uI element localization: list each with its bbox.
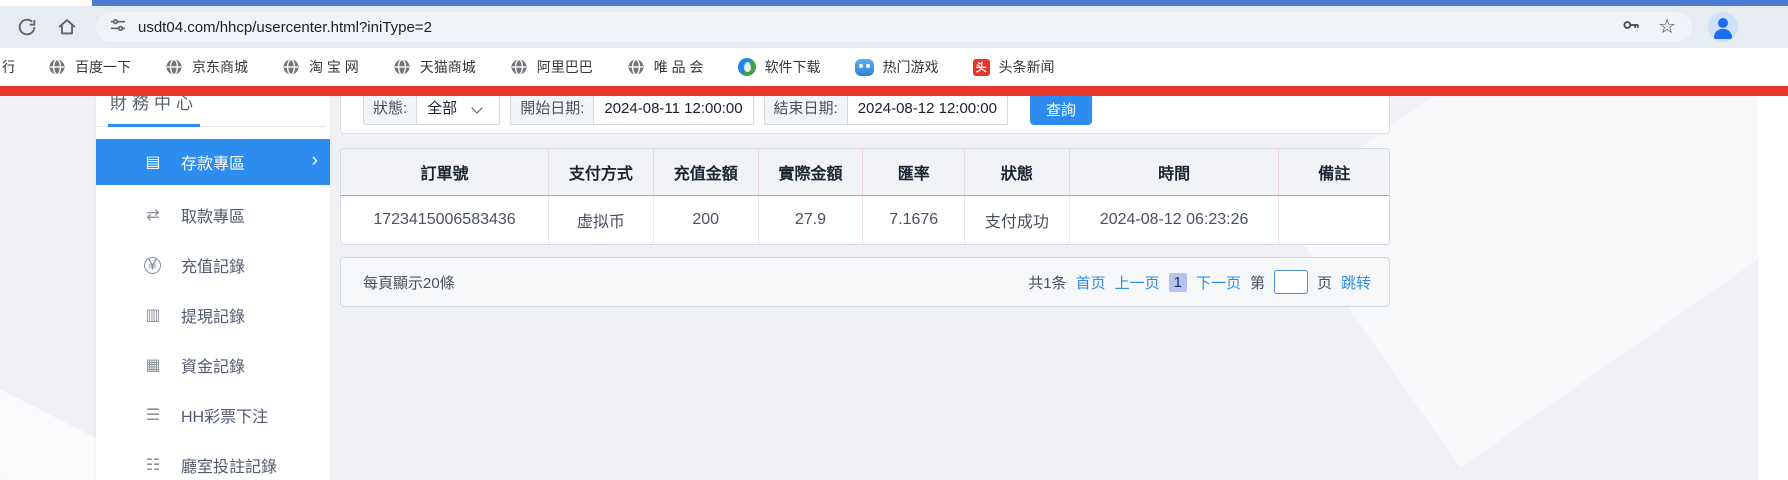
url-text[interactable]: usdt04.com/hhcp/usercenter.html?iniType=… (138, 19, 1620, 36)
globe-icon (166, 58, 182, 76)
jump-suffix-label: 页 (1316, 274, 1332, 292)
tab-underline (96, 124, 326, 127)
total-count: 共1条 (1028, 274, 1067, 292)
finance-sidebar: 財務中心 存款專區 › 取款專區 充值記錄 (96, 96, 330, 480)
status-select[interactable]: 全部 (417, 96, 499, 124)
chevron-right-icon: › (311, 150, 318, 172)
page-header-red-bar (0, 86, 1788, 96)
bookmark-taobao[interactable]: 淘 宝 网 (282, 57, 359, 77)
col-remark: 備註 (1278, 149, 1389, 196)
jump-page-input[interactable] (1273, 270, 1308, 294)
list-card-icon (142, 405, 164, 425)
game-icon (854, 58, 874, 76)
cell-order-no: 1723415006583436 (341, 195, 549, 244)
col-exchange-rate: 匯率 (862, 149, 966, 196)
sidebar-menu: 存款專區 › 取款專區 充值記錄 提現記錄 資金記錄 (96, 139, 330, 480)
software-icon (737, 58, 756, 76)
bookmark-hot-games[interactable]: 热门游戏 (854, 57, 939, 77)
withdraw-hand-icon (142, 205, 164, 225)
cell-actual-amount: 27.9 (758, 195, 864, 244)
status-filter-group: 狀態: 全部 (363, 96, 501, 125)
browser-window: usdt04.com/hhcp/usercenter.html?iniType=… (0, 0, 1788, 480)
browser-toolbar: usdt04.com/hhcp/usercenter.html?iniType=… (0, 6, 1788, 48)
pagination-controls: 共1条 首页 上一页 1 下一页 第 页 跳转 (1028, 270, 1371, 294)
globe-icon (283, 58, 299, 76)
bookmark-toutiao-news[interactable]: 头条新闻 (972, 57, 1055, 77)
sidebar-item-withdraw[interactable]: 取款專區 (96, 190, 330, 240)
current-page[interactable]: 1 (1168, 272, 1187, 292)
end-date-input[interactable]: 2024-08-12 12:00:00 (848, 96, 1007, 124)
start-date-label: 開始日期: (511, 96, 595, 124)
toutiao-icon (972, 58, 990, 76)
wallet-cards-icon (142, 305, 164, 325)
sidebar-item-funds-record[interactable]: 資金記錄 (96, 340, 330, 390)
banknote-icon (142, 355, 164, 375)
bookmark-partial[interactable]: 行 (2, 57, 14, 77)
url-bar[interactable]: usdt04.com/hhcp/usercenter.html?iniType=… (96, 12, 1692, 42)
sidebar-item-deposit[interactable]: 存款專區 › (96, 139, 330, 185)
filter-bar: 狀態: 全部 開始日期: 2024-08-11 12:00:00 結束日期: 2… (340, 96, 1390, 134)
site-info-icon[interactable] (108, 15, 128, 40)
bookmark-vip[interactable]: 唯 品 会 (627, 57, 704, 77)
bookmark-baidu[interactable]: 百度一下 (48, 57, 131, 77)
cell-status: 支付成功 (964, 195, 1070, 244)
prev-page-link[interactable]: 上一页 (1115, 272, 1160, 293)
status-label: 狀態: (364, 96, 418, 124)
globe-icon (394, 58, 410, 76)
sidebar-section-tab[interactable]: 財務中心 (96, 96, 330, 111)
reload-icon[interactable] (14, 14, 40, 40)
bookmark-jd[interactable]: 京东商城 (165, 57, 248, 77)
page-body: 財務中心 存款專區 › 取款專區 充值記錄 (0, 96, 1788, 480)
scrollbar-track[interactable] (1758, 96, 1788, 480)
globe-icon (628, 58, 644, 76)
start-date-input[interactable]: 2024-08-11 12:00:00 (594, 96, 752, 124)
money-bag-icon (144, 256, 161, 274)
chevron-down-icon (471, 101, 483, 114)
list-check-icon (142, 455, 164, 475)
query-button[interactable]: 查詢 (1030, 96, 1093, 125)
bookmarks-bar: 行 百度一下 京东商城 淘 宝 网 天猫商城 阿里巴巴 唯 品 会 软件下载 热… (0, 48, 1788, 86)
cell-recharge-amount: 200 (653, 195, 759, 244)
jump-button[interactable]: 跳转 (1341, 272, 1371, 293)
col-actual-amount: 實際金額 (758, 149, 864, 196)
main-content: 狀態: 全部 開始日期: 2024-08-11 12:00:00 結束日期: 2… (340, 96, 1390, 307)
cell-time: 2024-08-12 06:23:26 (1069, 195, 1280, 244)
first-page-link[interactable]: 首页 (1076, 272, 1106, 293)
sidebar-item-recharge-record[interactable]: 充值記錄 (96, 240, 330, 290)
deposit-records-table: 訂單號 支付方式 充值金額 實際金額 匯率 狀態 時間 備註 172341500 (340, 148, 1390, 245)
profile-avatar[interactable] (1708, 12, 1738, 42)
start-date-group: 開始日期: 2024-08-11 12:00:00 (510, 96, 754, 125)
end-date-label: 結束日期: (764, 96, 848, 124)
bookmark-alibaba[interactable]: 阿里巴巴 (510, 57, 593, 77)
end-date-group: 結束日期: 2024-08-12 12:00:00 (763, 96, 1008, 125)
cell-pay-method: 虚拟币 (548, 195, 654, 244)
table-row: 1723415006583436 虚拟币 200 27.9 7.1676 支付成… (341, 195, 1389, 244)
home-icon[interactable] (54, 14, 80, 40)
pagination-bar: 每頁顯示20條 共1条 首页 上一页 1 下一页 第 页 跳转 (340, 257, 1390, 307)
globe-icon (511, 58, 527, 76)
active-tab-indicator (108, 124, 200, 127)
col-status: 狀態 (964, 149, 1070, 196)
sidebar-item-withdrawal-record[interactable]: 提現記錄 (96, 290, 330, 340)
col-order-no: 訂單號 (341, 149, 549, 196)
sidebar-item-room-bet-record[interactable]: 廳室投註記錄 (96, 440, 330, 480)
cell-remark (1278, 195, 1389, 244)
col-pay-method: 支付方式 (548, 149, 654, 196)
globe-icon (49, 58, 65, 76)
cell-exchange-rate: 7.1676 (862, 195, 966, 244)
deposit-card-icon (142, 152, 164, 172)
table-header-row: 訂單號 支付方式 充值金額 實際金額 匯率 狀態 時間 備註 (341, 149, 1389, 196)
next-page-link[interactable]: 下一页 (1196, 272, 1241, 293)
bookmark-software-download[interactable]: 软件下载 (737, 57, 821, 77)
page-size-text: 每頁顯示20條 (363, 274, 455, 292)
col-recharge-amount: 充值金額 (653, 149, 759, 196)
col-time: 時間 (1069, 149, 1280, 196)
bookmark-tmall[interactable]: 天猫商城 (393, 57, 476, 77)
jump-prefix-label: 第 (1249, 274, 1265, 292)
key-icon[interactable] (1620, 14, 1642, 41)
sidebar-item-hh-lottery-bet[interactable]: HH彩票下注 (96, 390, 330, 440)
bookmark-star-icon[interactable]: ☆ (1658, 17, 1676, 37)
